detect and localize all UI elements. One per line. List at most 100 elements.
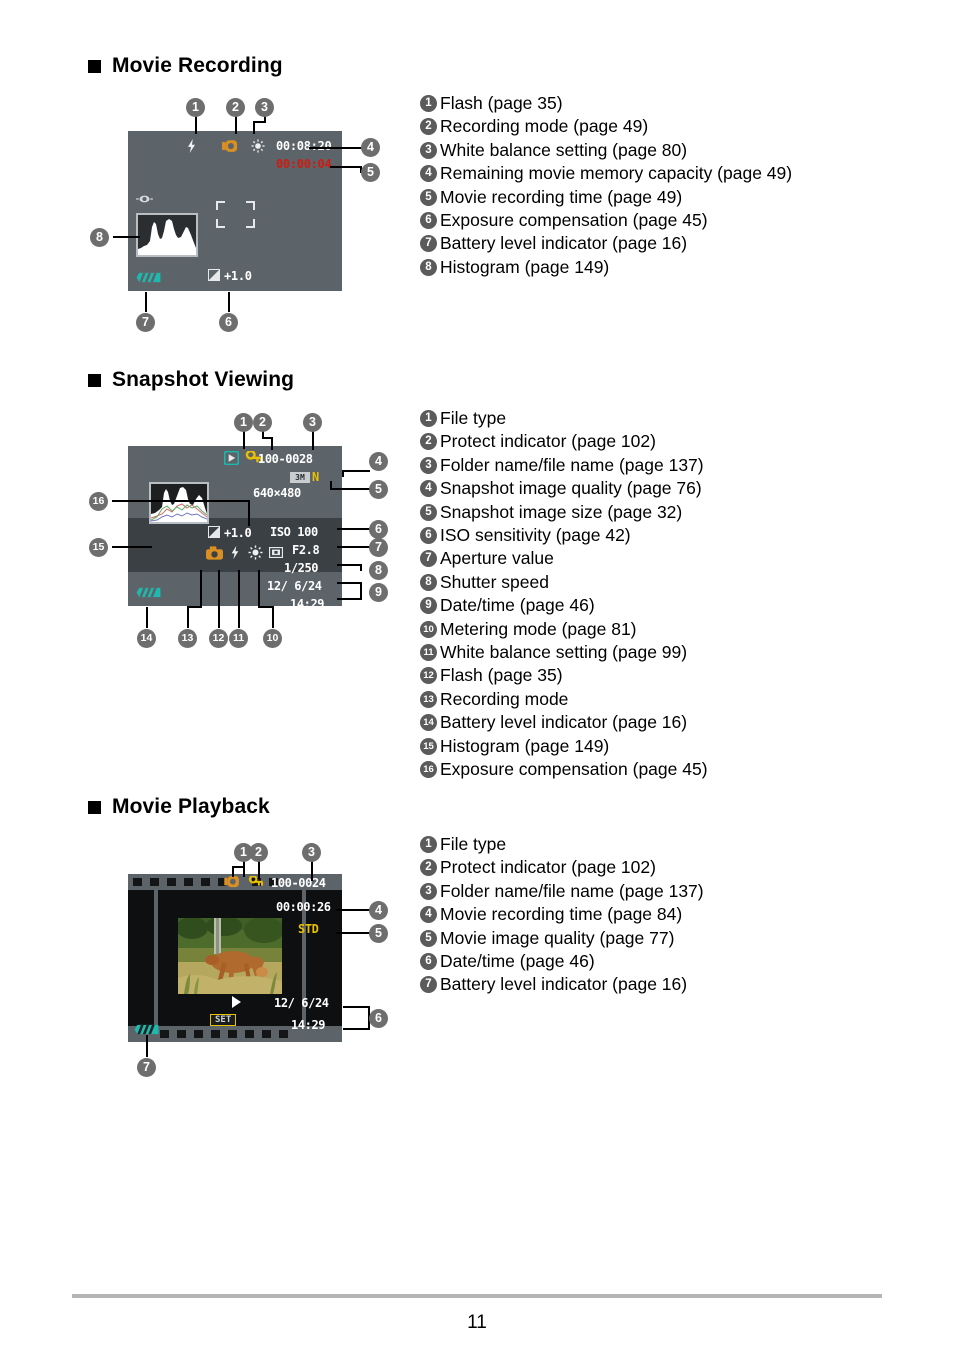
legend-badge: 7 [420,976,437,994]
legend-label: Snapshot image size (page 32) [440,501,683,522]
legend-item: 12 Flash (page 35) [420,664,708,687]
movie-image-quality-value: STD [298,922,319,936]
leader-line-snap-10c [272,606,274,628]
leader-line-play-6c [343,1028,370,1030]
legend-item: 5 Snapshot image size (page 32) [420,501,708,524]
legend-item: 9 Date/time (page 46) [420,594,708,617]
legend-label: Protect indicator (page 102) [440,431,656,452]
callout-rec-8: 8 [90,228,109,247]
legend-item: 1 Flash (page 35) [420,92,792,115]
flash-icon [188,139,195,153]
leader-line-snap-14 [146,607,148,628]
leader-line-snap-9a [337,582,362,584]
recording-mode-icon [222,140,238,152]
battery-icon [134,1024,159,1035]
legend-item: 16 Exposure compensation (page 45) [420,758,708,781]
image-size-value: 640×480 [253,486,301,500]
time-value: 14:29 [291,1018,326,1032]
shutter-speed-value: 1/250 [284,561,319,575]
legend-label: File type [440,408,507,428]
legend-item: 3 Folder name/file name (page 137) [420,454,708,477]
legend-label: Battery level indicator (page 16) [440,712,688,733]
callout-rec-3: 3 [255,98,274,117]
legend-label: Metering mode (page 81) [440,618,637,639]
callout-snap-11: 11 [229,629,248,648]
legend-badge: 3 [420,456,437,474]
legend-label: White balance setting (page 99) [440,642,688,663]
legend-badge: 2 [420,118,437,136]
callout-snap-1: 1 [234,413,253,432]
histogram [136,213,198,257]
leader-line-snap-11 [238,570,240,628]
legend-item: 10 Metering mode (page 81) [420,618,708,641]
legend-badge: 2 [420,859,437,877]
legend-badge: 12 [420,667,437,685]
callout-rec-5: 5 [361,163,380,182]
leader-line-snap-2c [271,437,273,450]
movie-recording-time-value: 00:00:26 [276,900,331,914]
legend-badge: 8 [420,573,437,591]
legend-badge: 6 [420,953,437,971]
legend-label: Movie image quality (page 77) [440,927,675,948]
legend-badge: 13 [420,690,437,708]
section-heading-text: Snapshot Viewing [112,368,295,391]
date-value: 12/ 6/24 [274,996,329,1010]
legend-badge: 3 [420,882,437,900]
legend-movie-recording: 1 Flash (page 35) 2 Recording mode (page 4… [420,92,792,279]
legend-item: 6 ISO sensitivity (page 42) [420,524,708,547]
legend-label: Movie recording time (page 84) [440,904,683,925]
battery-icon [136,587,161,598]
legend-label: Date/time (page 46) [440,595,595,616]
callout-snap-8: 8 [369,561,388,580]
legend-item: 11 White balance setting (page 99) [420,641,708,664]
leader-line-play-5 [336,932,370,934]
legend-item: 2 Protect indicator (page 102) [420,430,708,453]
legend-item: 2 Recording mode (page 49) [420,115,792,138]
legend-badge: 9 [420,597,437,615]
callout-snap-16: 16 [89,492,108,511]
snapshot-viewing-screen: 100-0028 3M N 640×480 +1.0 ISO 100 F2.8 … [128,446,342,606]
heading-bullet-square [88,373,101,387]
legend-label: Aperture value [440,548,554,569]
legend-label: Folder name/file name (page 137) [440,454,704,475]
iso-value: ISO 100 [270,525,318,539]
leader-line-snap-15 [112,546,152,548]
legend-badge: 15 [420,737,437,755]
legend-label: Shutter speed [440,571,549,592]
legend-item: 3 White balance setting (page 80) [420,139,792,162]
callout-play-2: 2 [249,843,268,862]
callout-play-3: 3 [302,843,321,862]
white-balance-icon [248,545,263,560]
legend-badge: 5 [420,503,437,521]
leader-line-snap-8b [360,564,362,571]
callout-play-7: 7 [137,1058,156,1077]
legend-label: Flash (page 35) [440,93,563,113]
legend-label: Recording mode (page 49) [440,116,649,137]
file-type-icon [224,876,239,888]
leader-line-rec-7 [145,292,147,312]
movie-recording-screen: 00:08:20 00:00:04 +1.0 [128,131,342,291]
legend-badge: 16 [420,761,437,779]
legend-item: 7 Battery level indicator (page 16) [420,973,704,996]
leader-line-snap-5a [330,488,370,490]
legend-label: File type [440,834,507,854]
leader-line-rec-5a [330,166,362,168]
flash-icon [231,545,239,560]
legend-item: 1 File type [420,833,704,856]
leader-line-snap-13a [200,570,202,608]
legend-label: Flash (page 35) [440,665,563,686]
legend-item: 3 Folder name/file name (page 137) [420,880,704,903]
legend-snapshot-viewing: 1 File type 2 Protect indicator (page 102)… [420,407,708,782]
callout-snap-9: 9 [369,583,388,602]
legend-label: Histogram (page 149) [440,256,610,277]
file-type-icon [224,451,239,465]
legend-badge: 8 [420,258,437,276]
callout-snap-2: 2 [253,413,272,432]
metering-mode-icon [269,547,283,558]
legend-badge: 6 [420,212,437,230]
white-balance-icon [251,139,265,153]
leader-line-snap-16b [248,500,250,526]
legend-label: Snapshot image quality (page 76) [440,478,702,499]
date-value: 12/ 6/24 [267,579,322,593]
legend-item: 7 Battery level indicator (page 16) [420,232,792,255]
